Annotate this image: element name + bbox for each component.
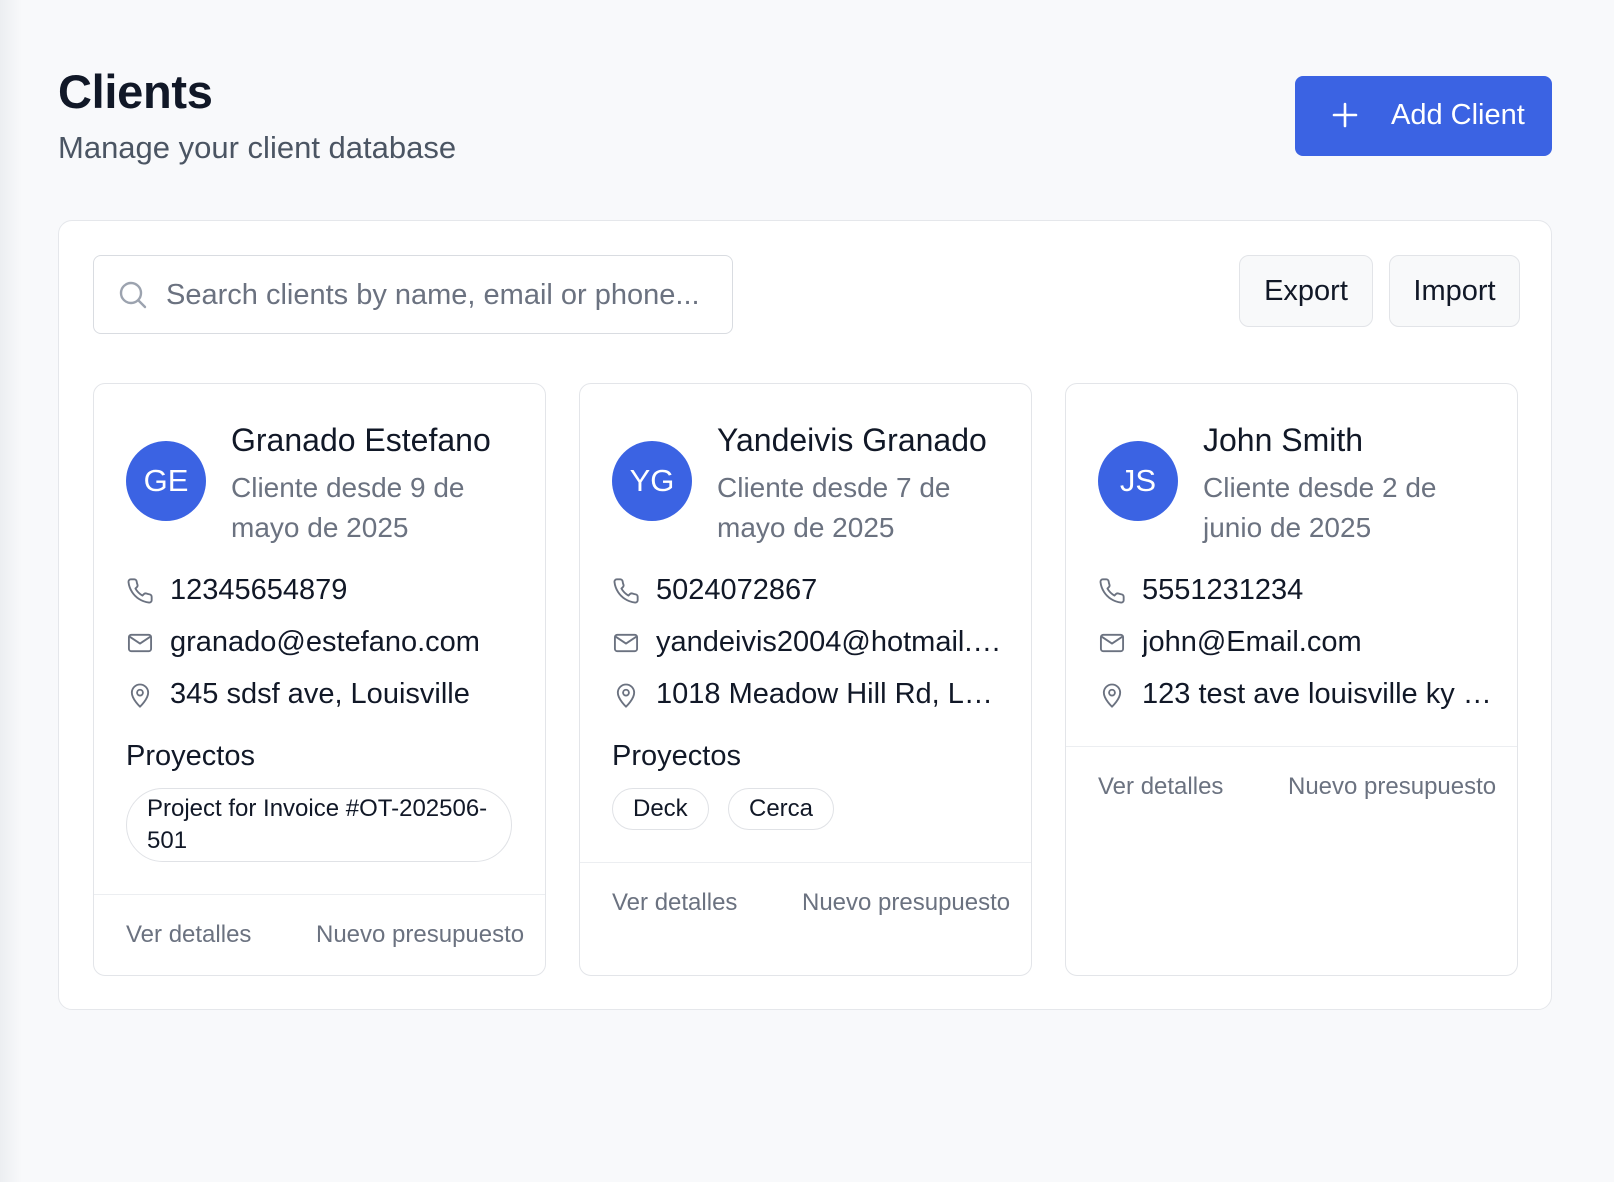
add-client-button[interactable]: Add Client [1295, 76, 1552, 156]
new-quote-link[interactable]: Nuevo presupuesto [802, 889, 1010, 917]
client-address: 345 sdsf ave, Louisville [170, 678, 470, 710]
view-details-link[interactable]: Ver detalles [612, 889, 737, 917]
address-row: 123 test ave louisville ky 40218 [1098, 678, 1493, 714]
card-footer: Ver detalles Nuevo presupuesto [1066, 746, 1517, 976]
project-chip[interactable]: Deck [612, 788, 709, 830]
avatar: GE [126, 441, 206, 521]
projects-label: Proyectos [612, 740, 741, 772]
import-button[interactable]: Import [1389, 255, 1520, 327]
project-chip[interactable]: Project for Invoice #OT-202506-501 [126, 788, 512, 862]
phone-icon [1099, 578, 1125, 604]
client-since: Cliente desde 2 de junio de 2025 [1203, 472, 1437, 543]
phone-icon [613, 578, 639, 604]
clients-panel: Export Import GE Granado Estefano Client… [58, 220, 1552, 1010]
new-quote-link[interactable]: Nuevo presupuesto [1288, 773, 1496, 801]
client-name[interactable]: Granado Estefano [231, 422, 491, 459]
map-pin-icon [1102, 683, 1122, 708]
export-button[interactable]: Export [1239, 255, 1373, 327]
client-email: granado@estefano.com [170, 626, 480, 658]
client-email: yandeivis2004@hotmail.com [656, 626, 1006, 658]
search-box[interactable] [93, 255, 733, 334]
phone-row: 12345654879 [126, 574, 521, 610]
card-footer: Ver detalles Nuevo presupuesto [580, 862, 1031, 976]
view-details-link[interactable]: Ver detalles [126, 921, 251, 949]
clients-page: Clients Manage your client database Add … [0, 0, 1614, 1182]
phone-row: 5551231234 [1098, 574, 1493, 610]
client-name[interactable]: Yandeivis Granado [717, 422, 987, 459]
client-since: Cliente desde 7 de mayo de 2025 [717, 472, 951, 543]
email-row: granado@estefano.com [126, 626, 521, 662]
email-row: john@Email.com [1098, 626, 1493, 662]
projects-label: Proyectos [126, 740, 255, 772]
client-card: GE Granado Estefano Cliente desde 9 de m… [93, 383, 546, 976]
client-phone: 5551231234 [1142, 574, 1304, 606]
card-footer: Ver detalles Nuevo presupuesto [94, 894, 545, 976]
email-row: yandeivis2004@hotmail.com [612, 626, 1007, 662]
address-row: 345 sdsf ave, Louisville [126, 678, 521, 714]
avatar: JS [1098, 441, 1178, 521]
plus-icon [1332, 102, 1358, 128]
search-icon [119, 281, 147, 309]
page-title: Clients [58, 65, 213, 118]
page-subtitle: Manage your client database [58, 130, 457, 165]
view-details-link[interactable]: Ver detalles [1098, 773, 1223, 801]
map-pin-icon [130, 683, 150, 708]
phone-row: 5024072867 [612, 574, 1007, 610]
mail-icon [127, 633, 153, 653]
map-pin-icon [616, 683, 636, 708]
client-phone: 5024072867 [656, 574, 818, 606]
mail-icon [613, 633, 639, 653]
mail-icon [1099, 633, 1125, 653]
client-address: 1018 Meadow Hill Rd, Louisville [656, 678, 1006, 710]
client-card: YG Yandeivis Granado Cliente desde 7 de … [579, 383, 1032, 976]
avatar: YG [612, 441, 692, 521]
client-email: john@Email.com [1142, 626, 1362, 658]
add-client-label: Add Client [1391, 99, 1525, 131]
client-card: JS John Smith Cliente desde 2 de junio d… [1065, 383, 1518, 976]
phone-icon [127, 578, 153, 604]
search-input[interactable] [166, 270, 716, 320]
new-quote-link[interactable]: Nuevo presupuesto [316, 921, 524, 949]
client-since: Cliente desde 9 de mayo de 2025 [231, 472, 465, 543]
client-address: 123 test ave louisville ky 40218 [1142, 678, 1492, 710]
project-chip[interactable]: Cerca [728, 788, 835, 830]
client-phone: 12345654879 [170, 574, 348, 606]
address-row: 1018 Meadow Hill Rd, Louisville [612, 678, 1007, 714]
client-name[interactable]: John Smith [1203, 422, 1363, 459]
